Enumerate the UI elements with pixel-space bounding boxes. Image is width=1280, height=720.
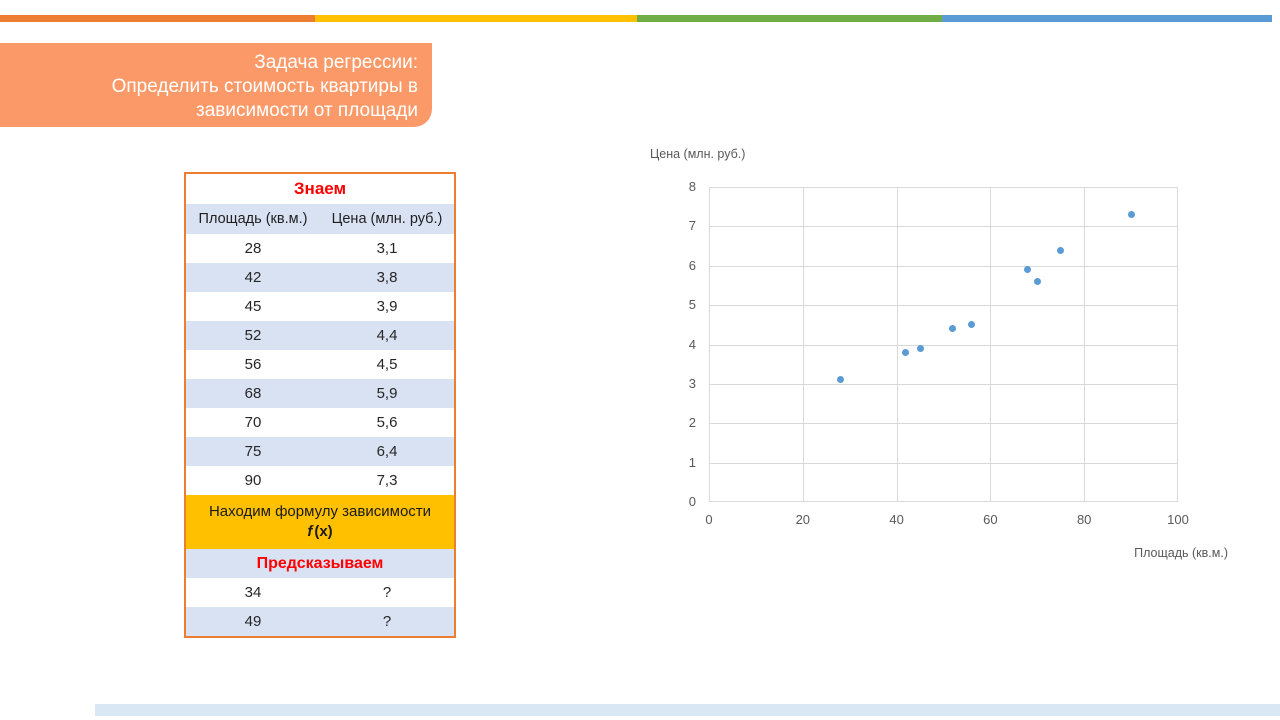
formula-x: (x) <box>314 523 332 540</box>
cell-price: 5,6 <box>320 414 454 431</box>
table-row: 28 3,1 <box>186 234 454 263</box>
table-row: 70 5,6 <box>186 408 454 437</box>
cell-price: ? <box>320 613 454 630</box>
table-row: 34 ? <box>186 578 454 607</box>
cell-area: 56 <box>186 356 320 373</box>
x-tick-label: 20 <box>783 512 823 527</box>
cell-price: 5,9 <box>320 385 454 402</box>
data-point <box>917 345 924 352</box>
gridline-horizontal <box>709 266 1178 267</box>
table-row: 42 3,8 <box>186 263 454 292</box>
x-tick-label: 60 <box>970 512 1010 527</box>
cell-area: 52 <box>186 327 320 344</box>
slide-title-box: Задача регрессии: Определить стоимость к… <box>0 43 432 127</box>
x-tick-label: 100 <box>1158 512 1198 527</box>
cell-area: 28 <box>186 240 320 257</box>
column-header-area: Площадь (кв.м.) <box>186 211 320 227</box>
cell-price: 4,4 <box>320 327 454 344</box>
cell-area: 34 <box>186 584 320 601</box>
cell-price: 6,4 <box>320 443 454 460</box>
y-tick-label: 6 <box>660 258 696 273</box>
y-tick-label: 2 <box>660 415 696 430</box>
cell-area: 45 <box>186 298 320 315</box>
cell-price: 4,5 <box>320 356 454 373</box>
accent-bar-green <box>637 15 942 22</box>
table-row: 45 3,9 <box>186 292 454 321</box>
chart-y-axis-title: Цена (млн. руб.) <box>650 147 745 161</box>
formula-f: f <box>307 523 312 540</box>
cell-area: 68 <box>186 385 320 402</box>
y-tick-label: 4 <box>660 337 696 352</box>
table-row: 52 4,4 <box>186 321 454 350</box>
y-tick-label: 1 <box>660 455 696 470</box>
cell-price: 7,3 <box>320 472 454 489</box>
chart-x-axis-title: Площадь (кв.м.) <box>1028 546 1228 560</box>
cell-price: 3,8 <box>320 269 454 286</box>
y-tick-label: 7 <box>660 218 696 233</box>
formula-text: Находим формулу зависимости <box>209 502 431 522</box>
formula-highlight-row: Находим формулу зависимости f(x) <box>186 495 454 549</box>
known-data-table: Знаем Площадь (кв.м.) Цена (млн. руб.) 2… <box>184 172 456 638</box>
formula-fx: f(x) <box>307 522 332 542</box>
title-line-2: Определить стоимость квартиры в <box>0 75 418 99</box>
cell-price: ? <box>320 584 454 601</box>
footer-accent-bar <box>95 704 1280 716</box>
table-row: 56 4,5 <box>186 350 454 379</box>
cell-area: 49 <box>186 613 320 630</box>
x-tick-label: 80 <box>1064 512 1104 527</box>
table-row: 75 6,4 <box>186 437 454 466</box>
table-section-header-known: Знаем <box>186 174 454 204</box>
accent-bar-orange <box>0 15 315 22</box>
table-row: 68 5,9 <box>186 379 454 408</box>
gridline-horizontal <box>709 226 1178 227</box>
cell-area: 75 <box>186 443 320 460</box>
data-point <box>1034 278 1041 285</box>
accent-bar-blue <box>942 15 1272 22</box>
x-tick-label: 40 <box>877 512 917 527</box>
gridline-horizontal <box>709 305 1178 306</box>
x-tick-label: 0 <box>689 512 729 527</box>
cell-area: 42 <box>186 269 320 286</box>
y-tick-label: 5 <box>660 297 696 312</box>
accent-bar-yellow <box>315 15 637 22</box>
table-row: 49 ? <box>186 607 454 636</box>
gridline-horizontal <box>709 384 1178 385</box>
title-line-1: Задача регрессии: <box>0 51 418 75</box>
y-tick-label: 8 <box>660 179 696 194</box>
table-row: 90 7,3 <box>186 466 454 495</box>
column-header-price: Цена (млн. руб.) <box>320 211 454 227</box>
cell-area: 70 <box>186 414 320 431</box>
cell-price: 3,9 <box>320 298 454 315</box>
cell-price: 3,1 <box>320 240 454 257</box>
table-section-header-predict: Предсказываем <box>186 549 454 578</box>
table-column-header-row: Площадь (кв.м.) Цена (млн. руб.) <box>186 204 454 234</box>
top-accent-bar <box>0 15 1280 22</box>
gridline-horizontal <box>709 423 1178 424</box>
data-point <box>1057 247 1064 254</box>
y-tick-label: 3 <box>660 376 696 391</box>
data-point <box>1128 211 1135 218</box>
title-line-3: зависимости от площади <box>0 99 418 123</box>
y-tick-label: 0 <box>660 494 696 509</box>
gridline-horizontal <box>709 345 1178 346</box>
gridline-horizontal <box>709 463 1178 464</box>
cell-area: 90 <box>186 472 320 489</box>
